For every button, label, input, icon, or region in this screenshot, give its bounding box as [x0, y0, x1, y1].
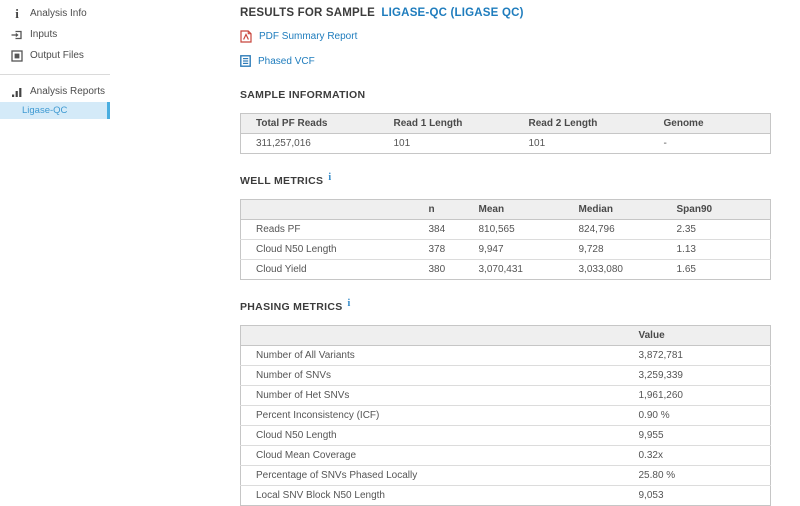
- metric-label: Local SNV Block N50 Length: [241, 486, 631, 506]
- table-cell: 9,053: [631, 486, 771, 506]
- sidebar: i Analysis Info Inputs Output Files: [0, 0, 110, 119]
- column-header: [241, 326, 631, 346]
- phasing-metrics-title: PHASING METRICSi: [240, 298, 770, 313]
- table-cell: 378: [421, 240, 471, 260]
- column-header: Genome: [656, 114, 771, 134]
- column-header: Mean: [471, 200, 571, 220]
- well-metrics-table: n Mean Median Span90 Reads PF 384 810,56…: [240, 199, 771, 280]
- sidebar-item-label: Analysis Reports: [30, 86, 105, 97]
- sidebar-item-label: Inputs: [30, 29, 57, 40]
- sidebar-item-label: Analysis Info: [30, 8, 87, 19]
- table-row: Cloud Yield 380 3,070,431 3,033,080 1.65: [241, 260, 771, 280]
- pdf-summary-report-label: PDF Summary Report: [259, 31, 357, 42]
- column-header: Total PF Reads: [241, 114, 386, 134]
- sidebar-report-link-ligase-qc[interactable]: Ligase-QC: [0, 102, 110, 119]
- main-content: RESULTS FOR SAMPLE LIGASE-QC (LIGASE QC)…: [240, 0, 770, 506]
- sidebar-item-label: Output Files: [30, 50, 84, 61]
- table-cell: 25.80 %: [631, 466, 771, 486]
- table-cell: 311,257,016: [241, 134, 386, 154]
- column-header: Median: [571, 200, 669, 220]
- sample-link[interactable]: LIGASE-QC (LIGASE QC): [381, 7, 523, 19]
- table-header-row: n Mean Median Span90: [241, 200, 771, 220]
- column-header: n: [421, 200, 471, 220]
- table-row: Cloud Mean Coverage 0.32x: [241, 446, 771, 466]
- column-header: Value: [631, 326, 771, 346]
- phasing-metrics-info-icon[interactable]: i: [348, 298, 351, 309]
- table-cell: 810,565: [471, 220, 571, 240]
- column-header: Span90: [669, 200, 771, 220]
- table-cell: 9,955: [631, 426, 771, 446]
- well-metrics-info-icon[interactable]: i: [328, 172, 331, 183]
- table-cell: 380: [421, 260, 471, 280]
- table-cell: 0.90 %: [631, 406, 771, 426]
- table-cell: 9,728: [571, 240, 669, 260]
- sidebar-divider: [0, 74, 110, 75]
- metric-label: Percentage of SNVs Phased Locally: [241, 466, 631, 486]
- table-header-row: Total PF Reads Read 1 Length Read 2 Leng…: [241, 114, 771, 134]
- sidebar-item-inputs[interactable]: Inputs: [0, 24, 110, 45]
- column-header: Read 2 Length: [521, 114, 656, 134]
- pdf-summary-report-link[interactable]: PDF Summary Report: [240, 30, 770, 43]
- table-row: Reads PF 384 810,565 824,796 2.35: [241, 220, 771, 240]
- table-cell: 0.32x: [631, 446, 771, 466]
- sidebar-item-output-files[interactable]: Output Files: [0, 45, 110, 66]
- metric-label: Number of SNVs: [241, 366, 631, 386]
- table-row: 311,257,016 101 101 -: [241, 134, 771, 154]
- table-row: Cloud N50 Length 378 9,947 9,728 1.13: [241, 240, 771, 260]
- metric-label: Cloud Mean Coverage: [241, 446, 631, 466]
- page-title: RESULTS FOR SAMPLE LIGASE-QC (LIGASE QC): [240, 7, 770, 19]
- table-cell: 101: [386, 134, 521, 154]
- table-cell: 2.35: [669, 220, 771, 240]
- table-row: Number of All Variants 3,872,781: [241, 346, 771, 366]
- metric-label: Percent Inconsistency (ICF): [241, 406, 631, 426]
- table-cell: 1.13: [669, 240, 771, 260]
- bar-chart-icon: [11, 86, 23, 98]
- metric-label: Cloud N50 Length: [241, 426, 631, 446]
- metric-label: Cloud Yield: [241, 260, 421, 280]
- metric-label: Reads PF: [241, 220, 421, 240]
- table-header-row: Value: [241, 326, 771, 346]
- table-cell: 3,872,781: [631, 346, 771, 366]
- phased-vcf-link[interactable]: Phased VCF: [240, 55, 770, 67]
- table-cell: 1.65: [669, 260, 771, 280]
- table-cell: 824,796: [571, 220, 669, 240]
- report-link-label: Ligase-QC: [22, 105, 67, 116]
- table-row: Number of SNVs 3,259,339: [241, 366, 771, 386]
- table-cell: 1,961,260: [631, 386, 771, 406]
- metric-label: Number of All Variants: [241, 346, 631, 366]
- table-cell: 384: [421, 220, 471, 240]
- table-cell: 3,070,431: [471, 260, 571, 280]
- vcf-file-icon: [240, 55, 251, 67]
- inputs-icon: [11, 29, 23, 41]
- sidebar-item-analysis-reports[interactable]: Analysis Reports: [0, 81, 110, 102]
- page-title-prefix: RESULTS FOR SAMPLE: [240, 7, 375, 19]
- info-icon: i: [11, 8, 23, 20]
- sample-information-title: SAMPLE INFORMATION: [240, 89, 770, 101]
- table-cell: 3,259,339: [631, 366, 771, 386]
- table-cell: 101: [521, 134, 656, 154]
- output-files-icon: [11, 50, 23, 62]
- sidebar-item-analysis-info[interactable]: i Analysis Info: [0, 3, 110, 24]
- table-row: Cloud N50 Length 9,955: [241, 426, 771, 446]
- pdf-icon: [240, 30, 252, 43]
- column-header: Read 1 Length: [386, 114, 521, 134]
- metric-label: Number of Het SNVs: [241, 386, 631, 406]
- phasing-metrics-table: Value Number of All Variants 3,872,781 N…: [240, 325, 771, 506]
- table-cell: 9,947: [471, 240, 571, 260]
- table-row: Number of Het SNVs 1,961,260: [241, 386, 771, 406]
- sample-information-table: Total PF Reads Read 1 Length Read 2 Leng…: [240, 113, 771, 154]
- table-cell: -: [656, 134, 771, 154]
- table-row: Local SNV Block N50 Length 9,053: [241, 486, 771, 506]
- metric-label: Cloud N50 Length: [241, 240, 421, 260]
- table-cell: 3,033,080: [571, 260, 669, 280]
- well-metrics-title: WELL METRICSi: [240, 172, 770, 187]
- phased-vcf-label: Phased VCF: [258, 56, 315, 67]
- table-row: Percent Inconsistency (ICF) 0.90 %: [241, 406, 771, 426]
- column-header: [241, 200, 421, 220]
- table-row: Percentage of SNVs Phased Locally 25.80 …: [241, 466, 771, 486]
